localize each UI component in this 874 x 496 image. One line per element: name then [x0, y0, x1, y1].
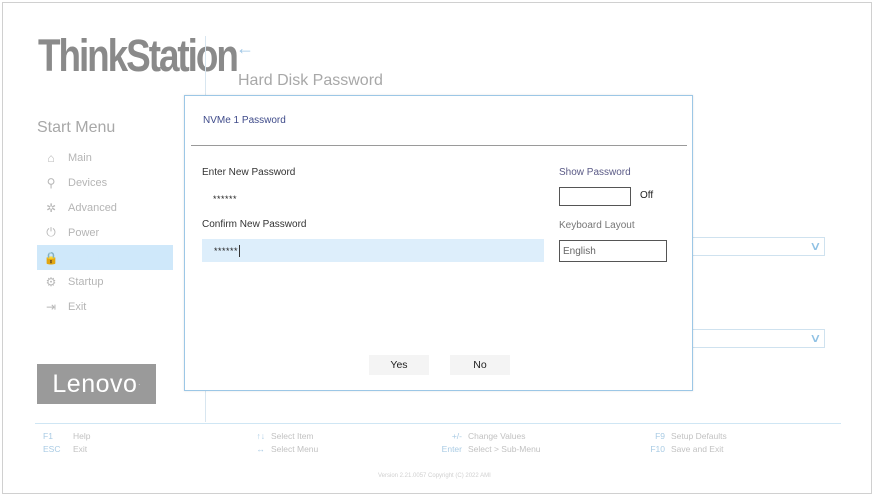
background-select-2[interactable]: ∨	[690, 329, 825, 348]
page-title: Hard Disk Password	[238, 72, 383, 89]
footer-divider	[35, 423, 841, 424]
show-password-toggle[interactable]	[559, 187, 631, 206]
devices-icon: ⚲	[46, 176, 56, 191]
show-password-label: Show Password	[559, 167, 631, 178]
sidebar-item-label: Startup	[68, 276, 104, 289]
footer-key-select-item: ↑↓ Select Item	[256, 431, 314, 441]
confirm-password-field[interactable]: ******	[202, 239, 544, 262]
sidebar-item-exit[interactable]: ⇥ Exit	[37, 295, 173, 320]
power-icon: ⏻	[46, 225, 56, 240]
password-dialog: NVMe 1 Password Enter New Password *****…	[184, 95, 693, 391]
sidebar-item-main[interactable]: ⌂ Main	[37, 146, 173, 171]
version-text: Version 2.21.0057 Copyright (C) 2022 AMI	[378, 473, 491, 479]
confirm-password-label: Confirm New Password	[202, 219, 307, 230]
thinkstation-logo: ThinkStation	[38, 30, 239, 81]
sidebar-nav: ⌂ Main ⚲ Devices ✲ Advanced ⏻ Power 🔒 Se…	[37, 146, 173, 320]
exit-icon: ⇥	[45, 300, 57, 315]
lenovo-logo-text: Lenovo	[52, 369, 138, 398]
background-select-1[interactable]: ∨	[690, 237, 825, 256]
sidebar-item-advanced[interactable]: ✲ Advanced	[37, 196, 173, 221]
footer-key-setup-defaults: F9 Setup Defaults	[655, 431, 727, 441]
footer-key-save-exit: F10 Save and Exit	[650, 444, 724, 454]
text-caret	[239, 244, 241, 257]
lenovo-logo: Lenovo.	[37, 364, 156, 404]
footer-key-select-menu: ↔ Select Menu	[256, 444, 319, 454]
start-menu-title: Start Menu	[37, 119, 116, 136]
keyboard-layout-select[interactable]: English	[559, 240, 667, 262]
dialog-title: NVMe 1 Password	[203, 115, 286, 126]
sidebar-item-label: Security	[68, 251, 108, 264]
advanced-icon: ✲	[45, 200, 57, 215]
footer-key-change-values: +/- Change Values	[451, 431, 526, 441]
no-button[interactable]: No	[450, 355, 510, 375]
sidebar-item-devices[interactable]: ⚲ Devices	[37, 171, 173, 196]
yes-button[interactable]: Yes	[369, 355, 429, 375]
footer-key-exit: ESC Exit	[43, 444, 88, 454]
sidebar-item-startup[interactable]: ⚙ Startup	[37, 270, 173, 295]
keyboard-layout-label: Keyboard Layout	[559, 220, 635, 231]
sidebar-item-label: Main	[68, 152, 92, 165]
show-password-state: Off	[640, 190, 654, 201]
footer-key-enter: Enter Select > Sub-Menu	[441, 444, 541, 454]
sidebar-item-security[interactable]: 🔒 Security	[37, 245, 173, 270]
new-password-label: Enter New Password	[202, 167, 296, 178]
confirm-password-value: ******	[214, 245, 239, 256]
lenovo-logo-mark: .	[138, 381, 141, 387]
new-password-field[interactable]: ******	[213, 194, 237, 204]
home-icon: ⌂	[47, 151, 55, 166]
keyboard-layout-value: English	[563, 245, 596, 257]
dialog-divider	[191, 145, 687, 146]
sidebar-item-label: Power	[68, 226, 100, 239]
lock-icon: 🔒	[43, 250, 59, 265]
sidebar-item-label: Exit	[68, 301, 87, 314]
sidebar-item-label: Devices	[68, 177, 108, 190]
chevron-down-icon: ∨	[809, 239, 822, 253]
startup-icon: ⚙	[45, 275, 57, 290]
footer-key-help: F1 Help	[43, 431, 91, 441]
sidebar-item-label: Advanced	[68, 201, 117, 214]
sidebar-item-power[interactable]: ⏻ Power	[37, 220, 173, 245]
chevron-down-icon: ∨	[809, 331, 822, 345]
back-arrow-icon[interactable]: ←	[236, 38, 254, 59]
